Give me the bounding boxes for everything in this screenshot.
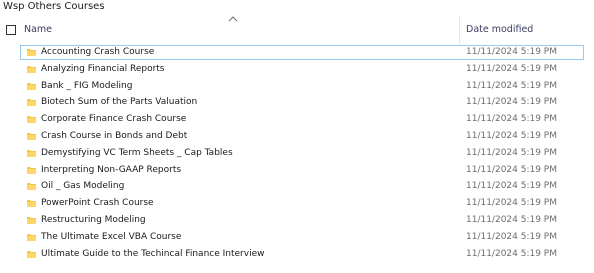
date-modified: 11/11/2024 5:19 PM (466, 97, 557, 108)
date-modified: 11/11/2024 5:19 PM (466, 231, 557, 242)
list-item[interactable]: Interpreting Non-GAAP Reports 11/11/2024… (0, 162, 594, 179)
file-list: Accounting Crash Course 11/11/2024 5:19 … (0, 44, 594, 262)
folder-name: Corporate Finance Crash Course (41, 114, 187, 125)
folder-icon (27, 166, 36, 174)
date-modified: 11/11/2024 5:19 PM (466, 80, 557, 91)
folder-name: The Ultimate Excel VBA Course (41, 231, 182, 242)
date-modified: 11/11/2024 5:19 PM (466, 214, 557, 225)
folder-name: PowerPoint Crash Course (41, 198, 154, 209)
date-modified: 11/11/2024 5:19 PM (466, 147, 557, 158)
list-item[interactable]: Bank _ FIG Modeling 11/11/2024 5:19 PM (0, 78, 594, 95)
folder-icon (27, 250, 36, 258)
column-divider[interactable] (459, 16, 460, 44)
column-header-date-modified[interactable]: Date modified (466, 24, 533, 36)
date-modified: 11/11/2024 5:19 PM (466, 47, 557, 57)
folder-name: Interpreting Non-GAAP Reports (41, 164, 182, 175)
date-modified: 11/11/2024 5:19 PM (466, 114, 557, 125)
date-modified: 11/11/2024 5:19 PM (466, 198, 557, 209)
folder-icon (27, 65, 36, 73)
list-item[interactable]: Crash Course in Bonds and Debt 11/11/202… (0, 128, 594, 145)
folder-icon (27, 132, 36, 140)
date-modified: 11/11/2024 5:19 PM (466, 164, 557, 175)
folder-name: Biotech Sum of the Parts Valuation (41, 97, 198, 108)
folder-name: Oil _ Gas Modeling (41, 181, 125, 192)
folder-name: Crash Course in Bonds and Debt (41, 130, 188, 141)
list-item[interactable]: Accounting Crash Course 11/11/2024 5:19 … (0, 44, 594, 61)
select-all-checkbox[interactable] (6, 25, 16, 35)
sort-ascending-icon[interactable] (228, 16, 238, 22)
list-item[interactable]: The Ultimate Excel VBA Course 11/11/2024… (0, 229, 594, 246)
list-item[interactable]: Corporate Finance Crash Course 11/11/202… (0, 111, 594, 128)
folder-name: Bank _ FIG Modeling (41, 80, 133, 91)
folder-icon (27, 116, 36, 124)
folder-icon (27, 233, 36, 241)
list-item[interactable]: PowerPoint Crash Course 11/11/2024 5:19 … (0, 195, 594, 212)
date-modified: 11/11/2024 5:19 PM (466, 63, 557, 74)
window-title: Wsp Others Courses (3, 1, 105, 12)
list-item[interactable]: Demystifying VC Term Sheets _ Cap Tables… (0, 145, 594, 162)
folder-name: Restructuring Modeling (41, 214, 146, 225)
folder-icon (27, 49, 36, 56)
date-modified: 11/11/2024 5:19 PM (466, 248, 557, 259)
list-item[interactable]: Oil _ Gas Modeling 11/11/2024 5:19 PM (0, 178, 594, 195)
folder-icon (27, 183, 36, 191)
list-item[interactable]: Restructuring Modeling 11/11/2024 5:19 P… (0, 212, 594, 229)
folder-icon (27, 99, 36, 107)
folder-name: Analyzing Financial Reports (41, 63, 165, 74)
folder-name: Demystifying VC Term Sheets _ Cap Tables (41, 147, 233, 158)
list-item[interactable]: Analyzing Financial Reports 11/11/2024 5… (0, 61, 594, 78)
date-modified: 11/11/2024 5:19 PM (466, 181, 557, 192)
folder-icon (27, 216, 36, 224)
folder-name: Accounting Crash Course (41, 47, 155, 57)
date-modified: 11/11/2024 5:19 PM (466, 130, 557, 141)
list-item[interactable]: Biotech Sum of the Parts Valuation 11/11… (0, 94, 594, 111)
column-header-name[interactable]: Name (24, 24, 52, 36)
folder-icon (27, 82, 36, 90)
folder-icon (27, 200, 36, 208)
list-item[interactable]: Ultimate Guide to the Techincal Finance … (0, 246, 594, 263)
folder-icon (27, 149, 36, 157)
folder-name: Ultimate Guide to the Techincal Finance … (41, 248, 265, 259)
